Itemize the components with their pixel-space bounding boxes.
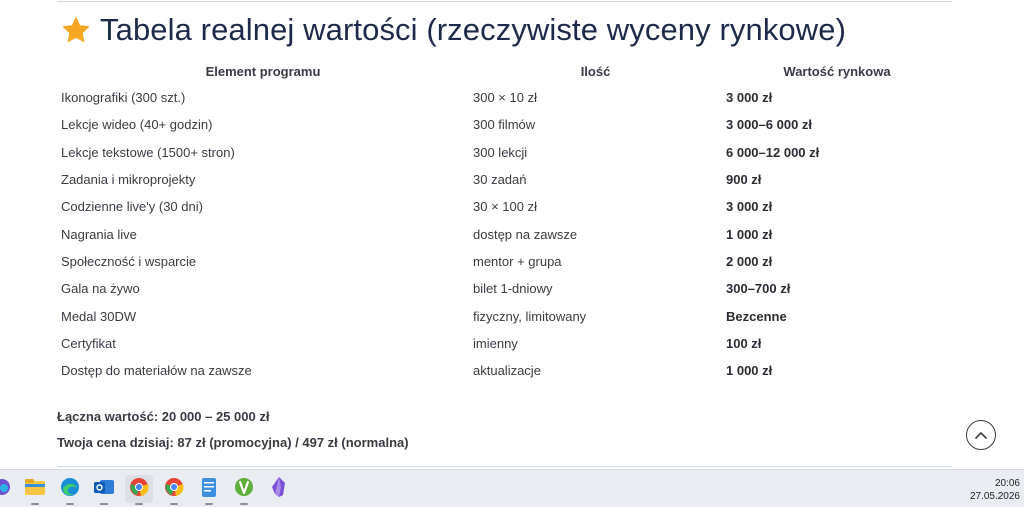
- chevron-up-icon: [975, 426, 987, 444]
- element-cell: Nagrania live: [61, 226, 137, 242]
- quantity-cell: imienny: [473, 335, 518, 351]
- element-cell: Certyfikat: [61, 335, 116, 351]
- divider-bottom: [57, 466, 952, 467]
- table-row: Certyfikat imienny 100 zł: [57, 330, 952, 357]
- element-cell: Lekcje tekstowe (1500+ stron): [61, 144, 235, 160]
- clock-time: 20:06: [994, 478, 1020, 489]
- table-row: Gala na żywo bilet 1-dniowy 300–700 zł: [57, 275, 952, 302]
- table-row: Lekcje tekstowe (1500+ stron) 300 lekcji…: [57, 139, 952, 166]
- quantity-cell: aktualizacje: [473, 363, 541, 379]
- table-row: Społeczność i wsparcie mentor + grupa 2 …: [57, 248, 952, 275]
- value-cell: 900 zł: [726, 172, 762, 188]
- table-row: Lekcje wideo (40+ godzin) 300 filmów 3 0…: [57, 111, 952, 138]
- element-cell: Społeczność i wsparcie: [61, 253, 197, 269]
- element-cell: Ikonografiki (300 szt.): [61, 90, 186, 106]
- element-cell: Dostęp do materiałów na zawsze: [61, 363, 252, 379]
- edge-taskbar-button[interactable]: [0, 475, 16, 503]
- column-header-quantity: Ilość: [580, 63, 611, 79]
- table-row: Medal 30DW fizyczny, limitowany Bezcenne: [57, 302, 952, 329]
- page-title: Tabela realnej wartości (rzeczywiste wyc…: [100, 12, 847, 47]
- scroll-to-top-button[interactable]: [966, 420, 996, 450]
- chrome-taskbar-button[interactable]: [125, 475, 153, 505]
- clock-date: 27.05.2026: [969, 491, 1020, 502]
- edge-icon: [59, 476, 81, 503]
- notepad-icon: [200, 476, 218, 503]
- value-cell: 2 000 zł: [726, 253, 773, 269]
- quantity-cell: 300 × 10 zł: [473, 90, 537, 106]
- quantity-cell: 30 × 100 zł: [473, 199, 537, 215]
- taskbar: 20:06 27.05.2026: [0, 469, 1024, 507]
- quantity-cell: mentor + grupa: [473, 253, 562, 269]
- outlook-taskbar-button[interactable]: [90, 475, 118, 505]
- element-cell: Codzienne live'y (30 dni): [61, 199, 203, 215]
- outlook-icon: [93, 477, 115, 502]
- value-cell: 3 000 zł: [726, 90, 773, 106]
- edge-taskbar-button[interactable]: [56, 475, 84, 505]
- file-explorer-taskbar-button[interactable]: [21, 475, 49, 505]
- table-row: Codzienne live'y (30 dni) 30 × 100 zł 3 …: [57, 193, 952, 220]
- quantity-cell: 30 zadań: [473, 172, 527, 188]
- element-cell: Zadania i mikroprojekty: [61, 172, 196, 188]
- file-explorer-icon: [24, 477, 46, 502]
- table-row: Nagrania live dostęp na zawsze 1 000 zł: [57, 220, 952, 247]
- element-cell: Gala na żywo: [61, 281, 140, 297]
- value-cell: 6 000–12 000 zł: [726, 144, 820, 160]
- obsidian-icon: [270, 476, 288, 503]
- app-taskbar-button[interactable]: [230, 475, 258, 505]
- section-heading: Tabela realnej wartości (rzeczywiste wyc…: [60, 12, 846, 48]
- price-text: Twoja cena dzisiaj: 87 zł (promocyjna) /…: [57, 435, 409, 450]
- system-clock[interactable]: 20:06 27.05.2026: [970, 477, 1020, 503]
- chrome-taskbar-button[interactable]: [160, 475, 188, 505]
- value-table: Element programu Ilość Wartość rynkowa I…: [57, 58, 952, 384]
- divider-top: [57, 1, 952, 2]
- value-cell: 1 000 zł: [726, 226, 773, 242]
- chrome-icon: [163, 476, 185, 503]
- table-row: Dostęp do materiałów na zawsze aktualiza…: [57, 357, 952, 384]
- value-cell: 3 000–6 000 zł: [726, 117, 813, 133]
- quantity-cell: dostęp na zawsze: [473, 226, 578, 242]
- web-page: Tabela realnej wartości (rzeczywiste wyc…: [0, 0, 1024, 469]
- value-cell: 100 zł: [726, 335, 762, 351]
- value-cell: 300–700 zł: [726, 281, 791, 297]
- table-header-row: Element programu Ilość Wartość rynkowa: [57, 58, 952, 84]
- column-header-element: Element programu: [205, 63, 321, 79]
- element-cell: Lekcje wideo (40+ godzin): [61, 117, 213, 133]
- table-row: Zadania i mikroprojekty 30 zadań 900 zł: [57, 166, 952, 193]
- app-icon: [233, 476, 255, 503]
- edge-icon: [0, 477, 12, 502]
- notepad-taskbar-button[interactable]: [195, 475, 223, 505]
- total-value-text: Łączna wartość: 20 000 – 25 000 zł: [57, 409, 270, 424]
- quantity-cell: 300 filmów: [473, 117, 536, 133]
- column-header-market-value: Wartość rynkowa: [783, 63, 891, 79]
- obsidian-taskbar-button[interactable]: [265, 475, 293, 503]
- value-cell: Bezcenne: [726, 308, 787, 324]
- value-cell: 3 000 zł: [726, 199, 773, 215]
- summary: Łączna wartość: 20 000 – 25 000 zł Twoja…: [57, 408, 409, 460]
- star-icon: [60, 14, 92, 46]
- table-row: Ikonografiki (300 szt.) 300 × 10 zł 3 00…: [57, 84, 952, 111]
- chrome-icon: [128, 476, 150, 503]
- quantity-cell: fizyczny, limitowany: [473, 308, 587, 324]
- value-cell: 1 000 zł: [726, 363, 773, 379]
- quantity-cell: bilet 1-dniowy: [473, 281, 553, 297]
- quantity-cell: 300 lekcji: [473, 144, 528, 160]
- element-cell: Medal 30DW: [61, 308, 137, 324]
